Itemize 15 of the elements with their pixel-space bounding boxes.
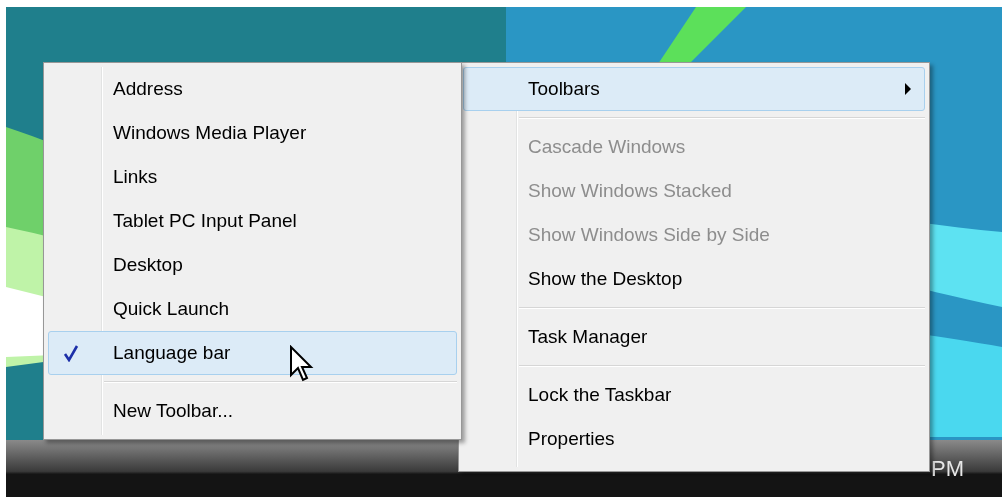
clock-text: PM (931, 455, 964, 483)
menu-item[interactable]: Links (48, 155, 457, 199)
menu-item[interactable]: Properties (463, 417, 925, 461)
menu-item[interactable]: Windows Media Player (48, 111, 457, 155)
menu-item[interactable]: Task Manager (463, 315, 925, 359)
menu-item[interactable]: Show the Desktop (463, 257, 925, 301)
menu-item[interactable]: Lock the Taskbar (463, 373, 925, 417)
menu-item[interactable]: Toolbars (463, 67, 925, 111)
submenu-arrow-icon (904, 83, 912, 95)
menu-item[interactable]: Language bar (48, 331, 457, 375)
menu-item[interactable]: Desktop (48, 243, 457, 287)
menu-item[interactable]: New Toolbar... (48, 389, 457, 433)
menu-item[interactable]: Address (48, 67, 457, 111)
menu-item[interactable]: Quick Launch (48, 287, 457, 331)
menu-item[interactable]: Tablet PC Input Panel (48, 199, 457, 243)
